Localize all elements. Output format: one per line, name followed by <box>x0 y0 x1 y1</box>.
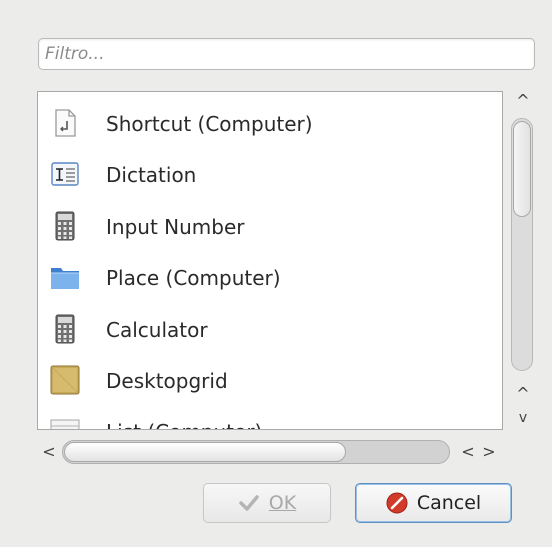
horizontal-scrollbar[interactable]: < < > <box>37 436 507 468</box>
applet-list[interactable]: Shortcut (Computer) Dictation Input Numb… <box>37 91 503 430</box>
list-item[interactable]: Input Number <box>38 201 502 253</box>
list-icon <box>50 419 80 429</box>
folder-icon <box>51 268 79 289</box>
vertical-scroll-track[interactable] <box>511 118 533 371</box>
cancel-icon <box>386 492 408 514</box>
list-item[interactable]: List (Computer) <box>38 406 502 429</box>
scroll-left-arrow-right[interactable]: < <box>458 444 478 460</box>
vertical-scrollbar[interactable]: ^ ^ v <box>506 91 544 431</box>
scroll-up-arrow[interactable]: ^ <box>513 93 533 109</box>
calculator-icon <box>55 211 75 241</box>
list-item-label: Calculator <box>106 318 208 342</box>
calculator-icon <box>55 314 75 344</box>
list-item[interactable]: Place (Computer) <box>38 252 502 304</box>
scroll-up-arrow-lower[interactable]: ^ <box>513 386 533 402</box>
cancel-button-label: Cancel <box>416 492 482 514</box>
horizontal-scroll-thumb[interactable] <box>64 442 346 462</box>
ok-button-label: OK <box>268 492 297 514</box>
filter-input[interactable] <box>39 39 534 69</box>
list-item-label: Dictation <box>106 163 197 187</box>
horizontal-scroll-track[interactable] <box>62 440 450 464</box>
list-item-label: Desktopgrid <box>106 369 228 393</box>
filter-field[interactable] <box>38 38 535 70</box>
list-item-label: Shortcut (Computer) <box>106 112 313 136</box>
list-item-label: Input Number <box>106 215 245 239</box>
list-item[interactable]: Shortcut (Computer) <box>38 98 502 150</box>
scroll-left-arrow[interactable]: < <box>39 444 59 460</box>
list-item-label: Place (Computer) <box>106 266 281 290</box>
vertical-scroll-thumb[interactable] <box>513 121 531 217</box>
checkmark-icon <box>239 495 259 511</box>
cancel-button[interactable]: Cancel <box>355 483 512 523</box>
scroll-down-arrow[interactable]: v <box>513 410 533 426</box>
list-item-label: List (Computer) <box>106 420 262 429</box>
list-item[interactable]: Desktopgrid <box>38 355 502 407</box>
shortcut-icon <box>55 109 76 137</box>
list-item[interactable]: Calculator <box>38 304 502 356</box>
scroll-right-arrow[interactable]: > <box>479 444 499 460</box>
ok-button[interactable]: OK <box>203 483 331 523</box>
dictation-icon <box>51 162 79 186</box>
desktopgrid-icon <box>50 365 80 395</box>
list-item[interactable]: Dictation <box>38 149 502 201</box>
